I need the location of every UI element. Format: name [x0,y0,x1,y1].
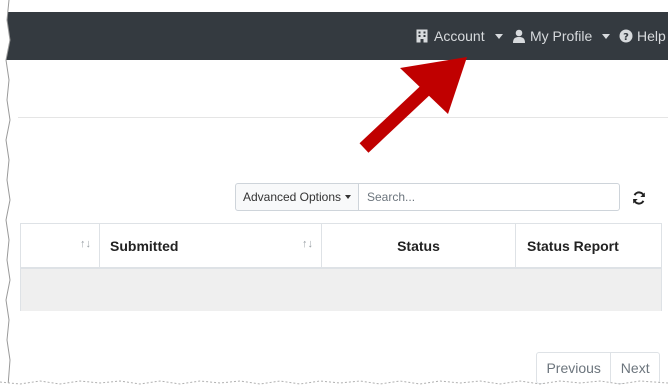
help-menu[interactable]: ? Help [619,26,666,46]
search-input[interactable] [358,183,620,211]
column-header-status[interactable]: Status [322,224,515,268]
caret-down-icon [345,195,352,199]
chevron-down-icon [494,33,503,39]
column-header-label: Status Report [527,238,619,254]
sort-icon[interactable]: ↑↓ [80,238,91,250]
advanced-options-label: Advanced Options [242,190,342,204]
building-icon [416,29,430,43]
chevron-down-icon [602,33,611,39]
column-header-submitted[interactable]: Submitted ↑↓ [110,224,321,268]
column-header-blank[interactable]: ↑↓ [21,224,99,268]
column-divider [99,224,100,268]
sort-icon[interactable]: ↑↓ [302,238,313,250]
column-header-label: Status [397,238,440,254]
advanced-options-button[interactable]: Advanced Options [235,183,359,211]
help-label: Help [637,28,666,44]
table-row [21,269,661,311]
question-circle-icon: ? [619,29,633,43]
torn-edge-bottom [0,380,668,386]
account-menu[interactable]: Account [416,26,503,46]
refresh-icon[interactable] [631,190,647,206]
column-header-status-report[interactable]: Status Report [527,224,663,268]
data-table: ↑↓ Submitted ↑↓ Status Status Report [20,223,662,311]
svg-text:?: ? [623,32,629,43]
profile-label: My Profile [530,28,593,44]
top-navbar: Account My Profile ? Help [0,12,668,60]
user-icon [512,29,526,43]
torn-edge-left [0,0,11,386]
section-divider [18,117,668,118]
column-header-label: Submitted [110,238,179,254]
column-divider [515,224,516,268]
account-label: Account [434,28,485,44]
profile-menu[interactable]: My Profile [512,26,611,46]
